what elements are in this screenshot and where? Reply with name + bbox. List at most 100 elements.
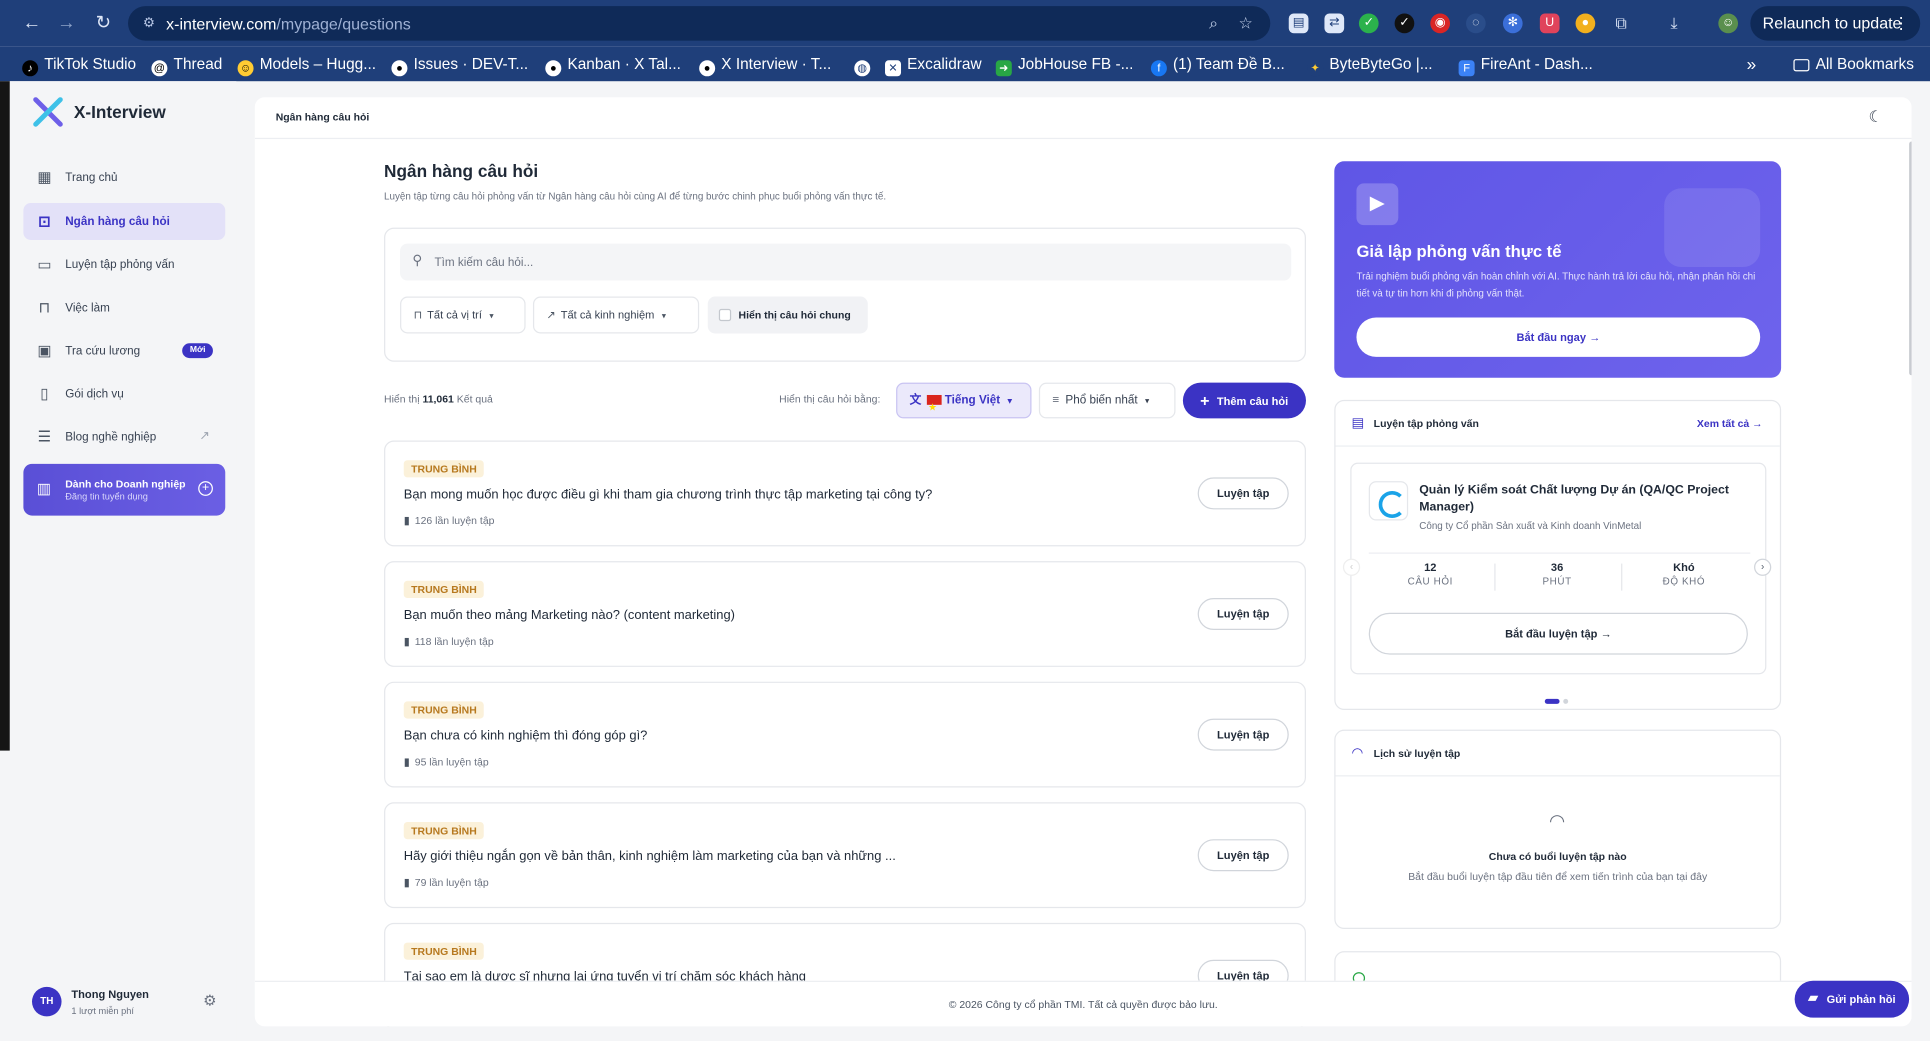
forward-icon[interactable]: →: [54, 11, 79, 36]
practice-button[interactable]: Luyện tập: [1197, 718, 1289, 751]
back-icon[interactable]: ←: [20, 11, 45, 36]
sidebar-item-question-bank[interactable]: ⊡ Ngân hàng câu hỏi: [23, 203, 226, 240]
carousel-next-icon[interactable]: ›: [1754, 558, 1772, 576]
sort-dropdown[interactable]: ≡ Phổ biến nhất ▾: [1038, 382, 1176, 419]
site-info-icon[interactable]: ⚙: [140, 15, 157, 32]
feedback-button[interactable]: ▰ Gửi phản hồi: [1794, 980, 1910, 1018]
bookmark-item[interactable]: ☺ Models – Hugg...: [237, 52, 376, 77]
sidebar-item-blog[interactable]: ☰ Blog nghề nghiệp ↗: [23, 418, 225, 455]
avatar[interactable]: TH: [32, 986, 62, 1017]
business-button[interactable]: ▥ Dành cho Doanh nghiệp Đăng tin tuyển d…: [23, 463, 226, 516]
question-text[interactable]: Bạn mong muốn học được điều gì khi tham …: [404, 487, 933, 502]
address-bar[interactable]: ⚙ x-interview.com/mypage/questions ⌕ ☆: [128, 6, 1271, 41]
app-logo[interactable]: X-Interview: [32, 96, 166, 128]
plus-circle-icon: +: [198, 481, 213, 496]
settings-gear-icon[interactable]: ⚙: [203, 992, 219, 1009]
bookmarks-bar: ♪ TikTok Studio @ Thread ☺ Models – Hugg...…: [0, 46, 1930, 82]
bookmark-item[interactable]: ➜ JobHouse FB -...: [995, 52, 1133, 77]
bookmark-item[interactable]: @ Thread: [151, 52, 222, 77]
question-text[interactable]: Bạn muốn theo mảng Marketing nào? (conte…: [404, 608, 735, 623]
extension-icon[interactable]: ✓: [1358, 13, 1379, 34]
extension-icon[interactable]: U: [1539, 13, 1560, 34]
checkbox[interactable]: [718, 308, 732, 322]
question-text[interactable]: Bạn chưa có kinh nghiệm thì đóng góp gì?: [404, 728, 648, 743]
browser-toolbar: ← → ↻ ⚙ x-interview.com/mypage/questions…: [0, 0, 1930, 47]
practice-button[interactable]: Luyện tập: [1197, 598, 1289, 631]
extension-icon[interactable]: ◌: [1466, 13, 1486, 34]
search-input[interactable]: [434, 243, 1272, 281]
bookmark-item[interactable]: ● Issues · DEV-T...: [391, 52, 528, 77]
reload-icon[interactable]: ↻: [91, 11, 116, 36]
extension-icon[interactable]: ✓: [1394, 13, 1415, 34]
clipboard-icon: ▤: [1351, 415, 1365, 431]
bookmark-item[interactable]: f (1) Team Đề B...: [1150, 52, 1285, 77]
stat-questions: 12 CÂU HỎI: [1407, 561, 1453, 587]
copyright: © 2026 Công ty cổ phần TMI. Tất cả quyền…: [948, 997, 1218, 1011]
language-dropdown[interactable]: 文 Tiếng Việt ▾: [896, 382, 1032, 425]
chevron-down-icon: ▾: [489, 312, 494, 322]
sidebar-item-plans[interactable]: ▯ Gói dịch vụ: [23, 375, 225, 412]
user-profile[interactable]: TH Thong Nguyen 1 lượt miễn phí ⚙: [32, 984, 229, 1021]
dark-mode-toggle-icon[interactable]: ☾: [1869, 108, 1886, 125]
bookmark-item[interactable]: ✦ ByteByteGo |...: [1307, 52, 1433, 77]
language-value: Tiếng Việt: [944, 393, 1001, 408]
practice-count: ▮ 95 lần luyện tập: [403, 755, 489, 768]
kebab-menu-icon[interactable]: ⋮: [1893, 6, 1909, 40]
level-badge: TRUNG BÌNH: [403, 942, 485, 960]
puzzle-icon[interactable]: ⧉: [1611, 14, 1631, 34]
scrollbar[interactable]: [1909, 141, 1912, 376]
position-filter-dropdown[interactable]: ⊓ Tất cả vị trí ▾: [400, 296, 526, 334]
breadcrumb: Ngân hàng câu hỏi: [275, 110, 370, 124]
profile-avatar-icon[interactable]: ☺: [1718, 13, 1739, 34]
practice-button[interactable]: Luyện tập: [1197, 839, 1289, 872]
arrow-right-icon: →: [1589, 331, 1601, 344]
add-question-button[interactable]: + Thêm câu hỏi: [1182, 382, 1306, 419]
extension-icon[interactable]: ⇄: [1324, 13, 1345, 34]
search-box[interactable]: ⚲: [400, 243, 1292, 281]
interview-card[interactable]: Quản lý Kiểm soát Chất lượng Dự án (QA/Q…: [1350, 462, 1767, 675]
more-bookmarks-icon[interactable]: »: [1747, 52, 1757, 77]
all-bookmarks-button[interactable]: All Bookmarks: [1793, 52, 1914, 77]
carousel-prev-icon[interactable]: ‹: [1342, 558, 1361, 576]
bookmark-item[interactable]: F FireAnt - Dash...: [1458, 52, 1593, 77]
dot-active[interactable]: [1544, 698, 1560, 704]
interview-title[interactable]: Quản lý Kiểm soát Chất lượng Dự án (QA/Q…: [1419, 482, 1751, 516]
jobhouse-icon: ➜: [995, 60, 1012, 77]
extension-icon[interactable]: ▤: [1288, 13, 1309, 34]
bookmark-item[interactable]: ♪ TikTok Studio: [22, 52, 136, 77]
url-text[interactable]: x-interview.com/mypage/questions: [166, 15, 411, 33]
bookmark-item[interactable]: ● X Interview · T...: [699, 52, 831, 77]
practice-button[interactable]: Luyện tập: [1197, 477, 1289, 510]
add-question-label: Thêm câu hỏi: [1216, 394, 1289, 408]
chrome-icon[interactable]: ●: [1575, 13, 1596, 34]
question-text[interactable]: Hãy giới thiệu ngắn gọn về bản thân, kin…: [404, 849, 896, 864]
question-card[interactable]: TRUNG BÌNH Bạn muốn theo mảng Marketing …: [384, 561, 1306, 667]
experience-filter-dropdown[interactable]: ↗ Tất cả kinh nghiệm ▾: [532, 296, 700, 334]
bookmark-star-icon[interactable]: ☆: [1236, 14, 1256, 34]
question-card[interactable]: TRUNG BÌNH Hãy giới thiệu ngắn gọn về bả…: [384, 802, 1306, 909]
bookmark-item[interactable]: ● Kanban · X Tal...: [545, 52, 681, 77]
see-all-link[interactable]: Xem tất cả →: [1697, 417, 1763, 429]
new-badge: Mới: [182, 343, 213, 359]
start-now-button[interactable]: Bắt đầu ngay →: [1356, 317, 1761, 357]
question-card[interactable]: TRUNG BÌNH Bạn mong muốn học được điều g…: [384, 440, 1306, 547]
chevron-down-icon: ▾: [1144, 397, 1150, 407]
extension-icon[interactable]: ✻: [1502, 13, 1523, 34]
start-practice-button[interactable]: Bắt đầu luyện tập →: [1368, 612, 1748, 655]
trend-icon: ↗: [546, 308, 556, 322]
zoom-icon[interactable]: ⌕: [1204, 14, 1224, 34]
question-card[interactable]: TRUNG BÌNH Bạn chưa có kinh nghiệm thì đ…: [384, 681, 1306, 788]
carousel-dots[interactable]: [1544, 690, 1572, 712]
sidebar-item-home[interactable]: ▦ Trang chủ: [23, 159, 225, 196]
facebook-icon: f: [1150, 60, 1167, 77]
show-common-checkbox[interactable]: Hiển thị câu hỏi chung: [707, 296, 868, 334]
sidebar-item-practice[interactable]: ▭ Luyện tập phỏng vấn: [23, 246, 225, 283]
sidebar-item-salary[interactable]: ▣ Tra cứu lương Mới: [23, 332, 225, 369]
dot[interactable]: [1563, 698, 1569, 704]
bookmark-item[interactable]: ◍: [854, 52, 876, 77]
extension-icon[interactable]: ◉: [1430, 13, 1451, 34]
download-icon[interactable]: ⤓: [1664, 14, 1684, 34]
relaunch-button[interactable]: Relaunch to update ⋮: [1750, 6, 1921, 41]
bookmark-item[interactable]: ✕ Excalidraw: [885, 52, 982, 77]
sidebar-item-jobs[interactable]: ⊓ Việc làm: [23, 289, 225, 326]
